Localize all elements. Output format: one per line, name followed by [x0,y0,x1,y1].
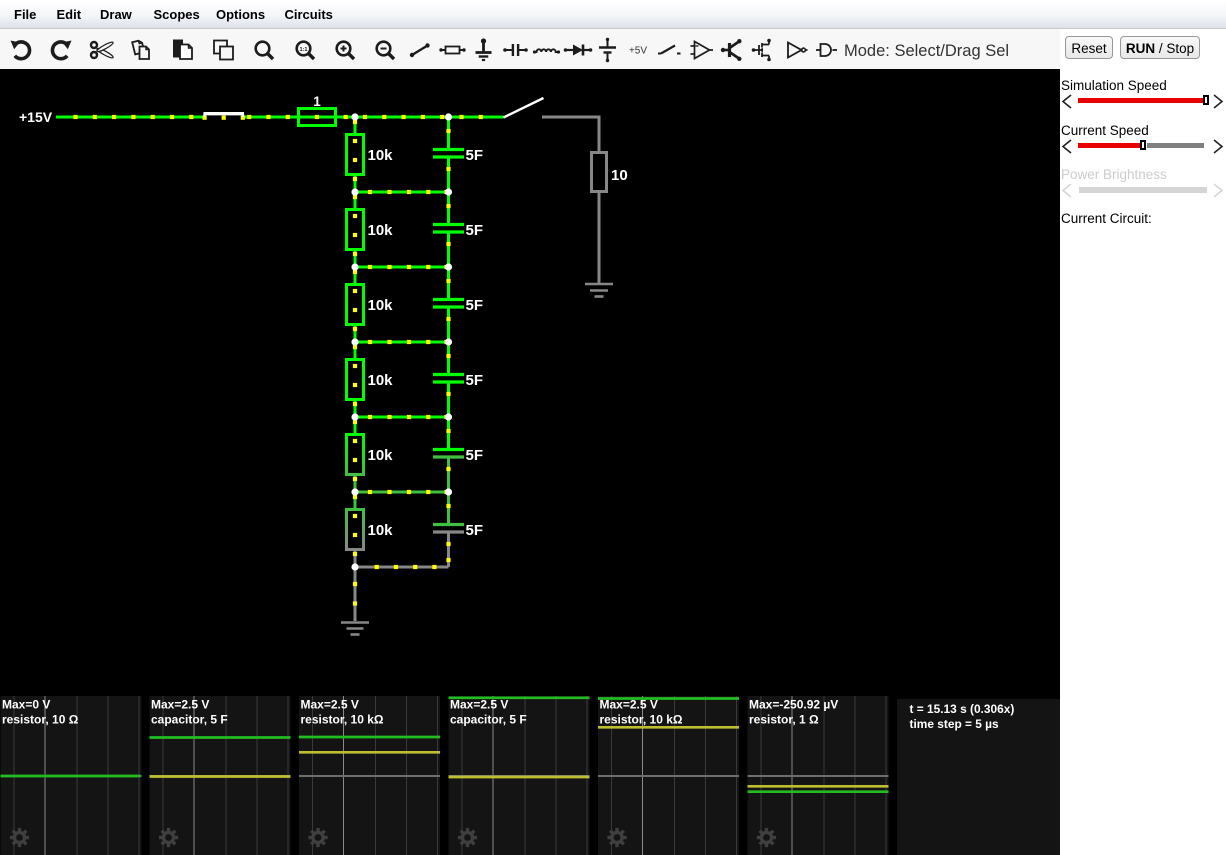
svg-text:1: 1 [313,94,321,109]
svg-text:time step = 5 µs: time step = 5 µs [910,717,1000,731]
svg-text:5F: 5F [466,372,484,389]
svg-text:Max=-250.92 µV: Max=-250.92 µV [749,698,838,712]
svg-text:5F: 5F [466,297,484,314]
svg-text:5F: 5F [466,522,484,539]
svg-text:10k: 10k [368,222,394,239]
svg-text:5F: 5F [466,447,484,464]
svg-text:+5V: +5V [629,46,647,57]
svg-text:resistor, 10 kΩ: resistor, 10 kΩ [301,713,384,727]
svg-text:5F: 5F [466,147,484,164]
svg-text:Max=2.5 V: Max=2.5 V [301,698,359,712]
svg-text:resistor, 10 kΩ: resistor, 10 kΩ [600,713,683,727]
svg-text:Max=2.5 V: Max=2.5 V [450,698,508,712]
svg-text:10: 10 [611,167,628,184]
svg-text:capacitor, 5 F: capacitor, 5 F [450,713,527,727]
svg-text:resistor, 1 Ω: resistor, 1 Ω [749,713,819,727]
svg-text:capacitor, 5 F: capacitor, 5 F [151,713,228,727]
svg-text:Max=0 V: Max=0 V [2,698,50,712]
svg-text:Mode: Select/Drag Sel: Mode: Select/Drag Sel [844,42,1009,60]
svg-text:resistor, 10 Ω: resistor, 10 Ω [2,713,79,727]
svg-text:5F: 5F [466,222,484,239]
svg-text:+15V: +15V [19,109,53,125]
svg-text:10k: 10k [368,522,394,539]
svg-text:10k: 10k [368,147,394,164]
svg-text:10k: 10k [368,372,394,389]
svg-text:Max=2.5 V: Max=2.5 V [600,698,658,712]
svg-text:10k: 10k [368,447,394,464]
svg-text:10k: 10k [368,297,394,314]
svg-text:t = 15.13 s (0.306x): t = 15.13 s (0.306x) [910,702,1015,716]
svg-text:Max=2.5 V: Max=2.5 V [151,698,209,712]
svg-text:1:1: 1:1 [299,47,307,53]
